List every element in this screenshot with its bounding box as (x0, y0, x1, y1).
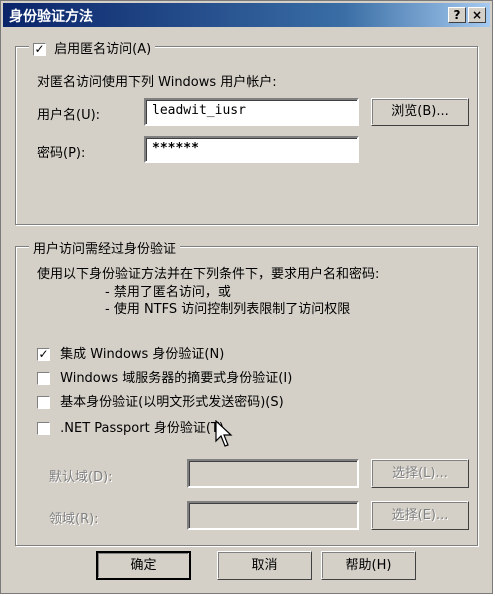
basic-auth-label[interactable]: 基本身份验证(以明文形式发送密码)(S) (60, 395, 284, 410)
integrated-windows-label[interactable]: 集成 Windows 身份验证(N) (60, 347, 224, 362)
cancel-button[interactable]: 取消 (217, 551, 312, 580)
passport-auth-option[interactable]: .NET Passport 身份验证(T) (37, 417, 224, 436)
anonymous-description: 对匿名访问使用下列 Windows 用户帐户: (37, 75, 277, 90)
digest-auth-checkbox[interactable] (37, 372, 50, 385)
digest-auth-option[interactable]: Windows 域服务器的摘要式身份验证(I) (37, 367, 292, 386)
integrated-windows-option[interactable]: ✓ 集成 Windows 身份验证(N) (37, 343, 224, 362)
anonymous-access-label[interactable]: 启用匿名访问(A) (54, 42, 151, 57)
close-button[interactable]: × (468, 7, 486, 23)
anonymous-access-checkbox[interactable]: ✓ (33, 43, 46, 56)
select-domain-button: 选择(L)... (371, 459, 469, 488)
passport-auth-checkbox[interactable] (37, 422, 50, 435)
auth-methods-dialog: 身份验证方法 ? × ✓ 启用匿名访问(A) 对匿名访问使用下列 Windows… (0, 0, 493, 594)
help-button[interactable]: 帮助(H) (321, 551, 416, 580)
realm-field (187, 501, 359, 530)
help-title-button[interactable]: ? (448, 7, 466, 23)
password-label: 密码(P): (37, 146, 86, 161)
password-field[interactable]: ****** (144, 136, 359, 163)
username-label: 用户名(U): (37, 108, 101, 123)
basic-auth-option[interactable]: 基本身份验证(以明文形式发送密码)(S) (37, 391, 284, 410)
authenticated-access-legend: 用户访问需经过身份验证 (29, 238, 181, 257)
integrated-windows-checkbox[interactable]: ✓ (37, 348, 50, 361)
passport-auth-label[interactable]: .NET Passport 身份验证(T) (60, 421, 224, 436)
auth-description: 使用以下身份验证方法并在下列条件下，要求用户名和密码: (37, 267, 380, 282)
realm-label: 领域(R): (49, 512, 99, 527)
default-domain-label: 默认域(D): (49, 470, 113, 485)
browse-button[interactable]: 浏览(B)... (371, 98, 469, 126)
select-realm-button: 选择(E)... (371, 501, 469, 530)
ok-button[interactable]: 确定 (96, 551, 191, 580)
title-bar[interactable]: 身份验证方法 ? × (3, 3, 490, 27)
anonymous-access-legend: ✓ 启用匿名访问(A) (29, 38, 156, 57)
basic-auth-checkbox[interactable] (37, 396, 50, 409)
mouse-cursor-icon (215, 420, 233, 447)
default-domain-field (187, 459, 359, 488)
username-field[interactable]: leadwit_iusr (144, 98, 359, 126)
window-title: 身份验证方法 (9, 9, 93, 25)
digest-auth-label[interactable]: Windows 域服务器的摘要式身份验证(I) (60, 371, 292, 386)
auth-condition-2: - 使用 NTFS 访问控制列表限制了访问权限 (105, 302, 351, 317)
